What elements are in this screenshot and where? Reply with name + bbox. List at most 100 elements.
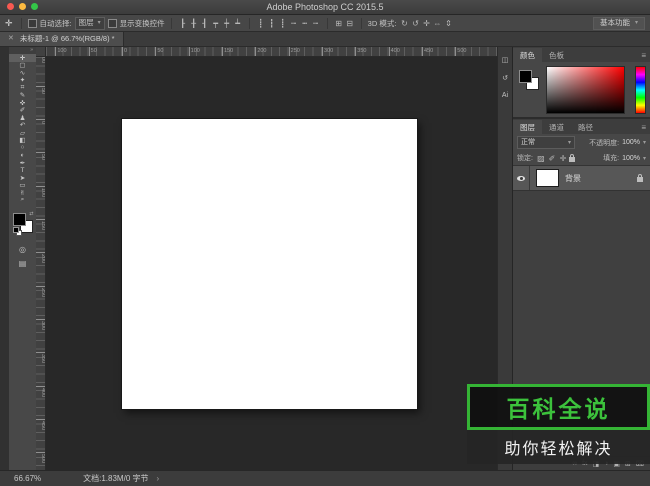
lock-all-icon[interactable] — [569, 157, 575, 162]
divider — [249, 18, 250, 29]
lock-paint-icon[interactable]: ✐ — [547, 154, 557, 163]
layer-lock-icon — [637, 177, 643, 182]
canvas-area: 10050050100150200250300350400450500 1005… — [36, 47, 497, 470]
default-colors-icon[interactable] — [13, 227, 19, 233]
lock-transparent-icon[interactable]: ▨ — [536, 154, 546, 163]
auto-select-checkbox[interactable] — [28, 19, 37, 28]
close-window-button[interactable] — [7, 3, 14, 10]
layer-row[interactable]: 背景 — [513, 166, 650, 191]
3d-scale-icon[interactable]: ⇕ — [443, 19, 453, 28]
watermark-title: 百科全说 — [467, 384, 650, 430]
status-menu-arrow[interactable]: › — [157, 474, 160, 483]
opacity-value[interactable]: 100% — [622, 139, 640, 146]
align-top-icon[interactable]: ┯ — [211, 19, 221, 28]
ruler-label: 250 — [36, 286, 46, 297]
panel-menu-icon[interactable]: ≡ — [641, 123, 650, 134]
distribute-center-icon[interactable]: ┅ — [300, 19, 310, 28]
color-picker-square[interactable] — [546, 66, 625, 114]
align-center-h-icon[interactable]: ╂ — [189, 19, 199, 28]
chevron-down-icon: ▾ — [635, 18, 638, 28]
horizontal-ruler: 10050050100150200250300350400450500 — [46, 47, 497, 57]
panel-tab[interactable]: 颜色 — [513, 48, 542, 62]
panel-tab[interactable]: 色板 — [542, 48, 571, 62]
distribute-right-icon[interactable]: ┉ — [311, 19, 321, 28]
chevron-down-icon: ▾ — [98, 18, 101, 28]
distribute-spacing-icon[interactable]: ⊞ — [334, 19, 344, 28]
workspace-name: 基本功能 — [600, 18, 630, 28]
color-panel-content — [513, 62, 650, 117]
layer-name: 背景 — [565, 173, 637, 184]
ruler-label: 100 — [36, 186, 46, 197]
blur-tool[interactable]: ○ — [9, 144, 36, 152]
app-frame-strip — [0, 47, 9, 470]
collapsed-history-panel-icon[interactable]: ↺ — [502, 74, 508, 82]
gradient-tool[interactable]: ◧ — [9, 137, 36, 145]
ruler-label: 300 — [36, 319, 46, 330]
align-middle-icon[interactable]: ┿ — [222, 19, 232, 28]
collapsed-properties-panel-icon[interactable]: ◫ — [502, 56, 509, 64]
ruler-label: 350 — [36, 352, 46, 363]
auto-align-icon[interactable]: ⊟ — [345, 19, 355, 28]
toolbar-extra-icons: ◎▤ — [19, 245, 27, 268]
ruler-label: 100 — [189, 47, 200, 57]
panel-tab[interactable]: 图层 — [513, 120, 542, 134]
ruler-label: 250 — [289, 47, 300, 57]
document-tab-bar: ✕ 未标题-1 @ 66.7%(RGB/8) * — [0, 32, 650, 47]
align-right-icon[interactable]: ┨ — [200, 19, 210, 28]
auto-select-target-select[interactable]: 图层 ▾ — [75, 17, 105, 30]
close-tab-icon[interactable]: ✕ — [8, 32, 14, 46]
ruler-label: 100 — [55, 47, 66, 57]
panel-menu-icon[interactable]: ≡ — [641, 51, 650, 62]
ruler-label: 300 — [322, 47, 333, 57]
document-canvas[interactable] — [122, 119, 417, 409]
pen-tool[interactable]: ✒ — [9, 159, 36, 167]
current-tool-icon: ✛ — [5, 18, 13, 29]
align-icons-group: ┠╂┨┯┿┷ — [178, 19, 243, 28]
ruler-label: 0 — [122, 47, 127, 57]
hue-slider[interactable] — [635, 66, 646, 114]
document-tab[interactable]: ✕ 未标题-1 @ 66.7%(RGB/8) * — [0, 32, 124, 46]
foreground-color-swatch[interactable] — [13, 213, 26, 226]
workspace-switcher[interactable]: 基本功能 ▾ — [593, 17, 645, 30]
auto-select-label: 自动选择: — [40, 18, 72, 29]
ruler-label: 450 — [36, 419, 46, 430]
ruler-corner — [36, 47, 46, 57]
lock-label: 锁定: — [517, 153, 533, 163]
ruler-label: 50 — [89, 47, 97, 57]
3d-rotate-icon[interactable]: ↻ — [399, 19, 409, 28]
document-info: 文档:1.83M/0 字节 — [83, 473, 148, 484]
panel-tab[interactable]: 通道 — [542, 120, 571, 134]
distribute-top-icon[interactable]: ┋ — [256, 19, 266, 28]
align-left-icon[interactable]: ┠ — [178, 19, 188, 28]
screen-mode-icon[interactable]: ▤ — [19, 259, 27, 268]
zoom-level-field[interactable]: 66.67% — [14, 474, 41, 483]
color-swatches[interactable]: ⇄ — [13, 213, 33, 233]
ruler-label: 50 — [36, 152, 46, 160]
blend-opacity-row: 正常 ▾ 不透明度: 100% ▾ — [513, 134, 650, 151]
foreground-color-swatch[interactable] — [519, 70, 532, 83]
quick-mask-icon[interactable]: ◎ — [19, 245, 26, 254]
align-bottom-icon[interactable]: ┷ — [233, 19, 243, 28]
show-transform-checkbox[interactable] — [108, 19, 117, 28]
blend-mode-select[interactable]: 正常 ▾ — [517, 136, 575, 149]
3d-drag-icon[interactable]: ✛ — [421, 19, 431, 28]
collapsed-libraries-panel-icon[interactable]: Ai — [502, 92, 508, 99]
ruler-label: 450 — [422, 47, 433, 57]
lock-move-icon[interactable]: ✛ — [558, 154, 568, 163]
distribute-bottom-icon[interactable]: ┋ — [278, 19, 288, 28]
chevron-down-icon: ▾ — [643, 155, 646, 162]
distribute-icons-group: ┋┇┋┉┅┉ — [256, 19, 321, 28]
zoom-tool[interactable]: ⌕ — [9, 197, 36, 205]
distribute-middle-icon[interactable]: ┇ — [267, 19, 277, 28]
3d-roll-icon[interactable]: ↺ — [410, 19, 420, 28]
distribute-left-icon[interactable]: ┉ — [289, 19, 299, 28]
panel-tab[interactable]: 路径 — [571, 120, 600, 134]
3d-slide-icon[interactable]: ⇔ — [432, 19, 442, 28]
minimize-window-button[interactable] — [19, 3, 26, 10]
visibility-toggle[interactable] — [513, 166, 530, 190]
fill-value[interactable]: 100% — [622, 155, 640, 162]
zoom-window-button[interactable] — [31, 3, 38, 10]
chevron-down-icon: ▾ — [568, 138, 571, 148]
chevron-down-icon: ▾ — [643, 139, 646, 146]
swap-colors-icon[interactable]: ⇄ — [29, 211, 33, 217]
